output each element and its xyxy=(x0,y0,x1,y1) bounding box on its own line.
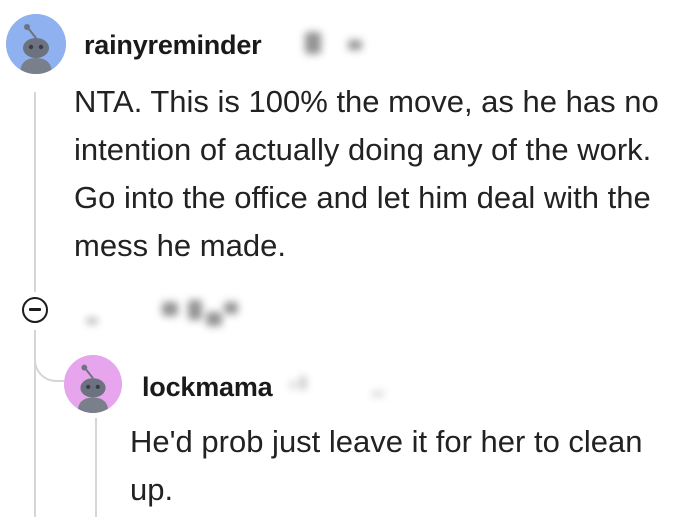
redacted-metadata xyxy=(300,376,306,390)
snoo-avatar-icon[interactable] xyxy=(6,14,66,74)
comment-username[interactable]: rainyreminder xyxy=(84,30,262,61)
redacted-metadata xyxy=(348,40,362,50)
reply-body: He'd prob just leave it for her to clean… xyxy=(130,424,643,507)
redacted-action xyxy=(224,302,238,314)
redacted-metadata xyxy=(305,32,321,54)
collapse-icon[interactable] xyxy=(22,297,48,323)
snoo-avatar-icon[interactable] xyxy=(64,355,122,413)
thread-line-main xyxy=(34,92,36,292)
reply-username[interactable]: lockmama xyxy=(142,372,273,403)
redacted-action xyxy=(188,300,202,320)
redacted-metadata xyxy=(290,382,296,388)
redacted-action xyxy=(86,318,98,324)
reply-connector xyxy=(34,330,64,382)
thread-line-reply xyxy=(95,418,97,517)
redacted-action xyxy=(162,302,178,316)
redacted-action xyxy=(206,312,222,326)
comment-body: NTA. This is 100% the move, as he has no… xyxy=(74,84,659,263)
redacted-metadata xyxy=(372,392,384,396)
